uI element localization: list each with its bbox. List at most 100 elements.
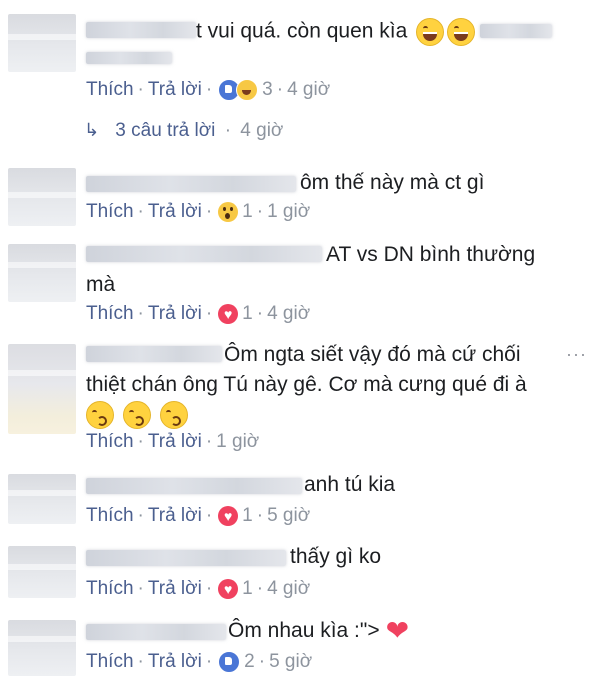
separator: · [137, 303, 144, 324]
comment-text: thấy gì ko [290, 545, 382, 568]
more-options-icon[interactable]: ··· [566, 344, 587, 365]
author-name-redacted[interactable] [86, 550, 286, 566]
haha-reaction-icon[interactable] [236, 79, 259, 101]
like-reaction-icon[interactable] [218, 651, 241, 673]
like-link[interactable]: Thích [86, 78, 134, 102]
separator: · [205, 651, 213, 672]
separator: · [137, 651, 144, 672]
like-link[interactable]: Thích [86, 430, 134, 454]
separator: · [205, 505, 213, 526]
reply-link[interactable]: Trả lời [148, 650, 202, 674]
heart-emoji-icon: ❤ [385, 615, 410, 647]
text-redacted [86, 52, 172, 64]
timestamp[interactable]: 5 giờ [269, 650, 312, 674]
timestamp[interactable]: 5 giờ [267, 504, 310, 528]
author-name-redacted[interactable] [86, 624, 226, 640]
separator: · [137, 431, 144, 452]
love-reaction-icon[interactable] [218, 579, 239, 599]
timestamp[interactable]: 4 giờ [267, 302, 310, 326]
comment-text-line2: mà [86, 273, 116, 296]
kiss-emoji-icon [86, 401, 114, 429]
like-link[interactable]: Thích [86, 200, 134, 224]
like-link[interactable]: Thích [86, 650, 134, 674]
comment-text: Ôm nhau kìa :"> ❤ [228, 615, 410, 647]
comment-emojis [83, 401, 188, 429]
separator: · [205, 303, 213, 324]
comment-actions: Thích · Trả lời · 1 · 4 giờ [86, 302, 310, 326]
comment-text-content: t vui quá. còn quen kìa [196, 19, 408, 43]
grin-emoji-icon [416, 18, 445, 46]
reply-link[interactable]: Trả lời [148, 577, 202, 601]
reply-link[interactable]: Trả lời [148, 504, 202, 528]
avatar[interactable] [8, 244, 76, 302]
avatar[interactable] [8, 14, 76, 72]
avatar[interactable] [8, 168, 76, 226]
comment-text-content: Ôm nhau kìa :"> [228, 619, 380, 642]
timestamp[interactable]: 1 giờ [216, 430, 259, 454]
kiss-emoji-icon [122, 401, 151, 429]
author-name-redacted[interactable] [86, 346, 222, 362]
wow-reaction-icon[interactable] [218, 202, 239, 222]
avatar[interactable] [8, 546, 76, 598]
comment-text: anh tú kia [304, 473, 396, 496]
timestamp[interactable]: 4 giờ [287, 78, 330, 102]
separator: · [256, 303, 264, 324]
comment-actions: Thích · Trả lời · 1 · 1 giờ [86, 200, 310, 224]
comment-text: t vui quá. còn quen kìa [196, 18, 476, 46]
timestamp[interactable]: 4 giờ [267, 577, 310, 601]
avatar[interactable] [8, 474, 76, 524]
separator: · [137, 201, 144, 222]
separator: · [137, 578, 144, 599]
love-reaction-icon[interactable] [218, 506, 239, 526]
author-name-redacted[interactable] [86, 246, 322, 262]
separator: · [256, 201, 264, 222]
separator: · [224, 120, 232, 141]
reply-link[interactable]: Trả lời [148, 302, 202, 326]
comment-actions: Thích · Trả lời · 3 · 4 giờ [86, 78, 330, 102]
reply-link[interactable]: Trả lời [148, 430, 202, 454]
kiss-emoji-icon [159, 401, 188, 429]
separator: · [258, 651, 266, 672]
separator: · [205, 79, 213, 100]
comment-actions: Thích · Trả lời · 1 giờ [86, 430, 259, 454]
tagged-name-redacted[interactable] [480, 24, 552, 38]
separator: · [137, 505, 144, 526]
author-name-redacted[interactable] [86, 176, 296, 192]
reaction-count[interactable]: 1 [242, 577, 253, 601]
reaction-count[interactable]: 1 [242, 302, 253, 326]
like-link[interactable]: Thích [86, 577, 134, 601]
like-link[interactable]: Thích [86, 504, 134, 528]
replies-count-link[interactable]: 3 câu trả lời [115, 120, 215, 141]
author-name-redacted[interactable] [86, 478, 302, 494]
reaction-count[interactable]: 1 [242, 504, 253, 528]
comment-text-line1: Ôm ngta siết vậy đó mà cứ chối [224, 343, 521, 366]
comment-text-line2: thiệt chán ông Tú này gê. Cơ mà cưng qué… [86, 373, 527, 396]
replies-timestamp: 4 giờ [240, 120, 284, 141]
love-reaction-icon[interactable] [218, 304, 239, 324]
comment-text: ôm thế này mà ct gì [300, 171, 485, 194]
separator: · [137, 79, 144, 100]
timestamp[interactable]: 1 giờ [267, 200, 310, 224]
author-name-redacted[interactable] [86, 22, 196, 38]
separator: · [276, 79, 284, 100]
reply-arrow-icon: ↳ [84, 120, 100, 140]
comment-actions: Thích · Trả lời · 1 · 5 giờ [86, 504, 310, 528]
comment-actions: Thích · Trả lời · 1 · 4 giờ [86, 577, 310, 601]
reaction-count[interactable]: 1 [242, 200, 253, 224]
reply-link[interactable]: Trả lời [148, 200, 202, 224]
separator: · [256, 505, 264, 526]
separator: · [205, 431, 213, 452]
separator: · [256, 578, 264, 599]
separator: · [205, 578, 213, 599]
avatar[interactable] [8, 344, 76, 434]
view-replies[interactable]: ↳ 3 câu trả lời · 4 giờ [84, 118, 283, 143]
grin-emoji-icon [447, 18, 476, 46]
reaction-count[interactable]: 2 [244, 650, 255, 674]
comment-actions: Thích · Trả lời · 2 · 5 giờ [86, 650, 312, 674]
like-link[interactable]: Thích [86, 302, 134, 326]
reply-link[interactable]: Trả lời [148, 78, 202, 102]
comment-text-line1: AT vs DN bình thường [326, 243, 536, 266]
separator: · [205, 201, 213, 222]
reaction-count[interactable]: 3 [262, 78, 273, 102]
avatar[interactable] [8, 620, 76, 676]
